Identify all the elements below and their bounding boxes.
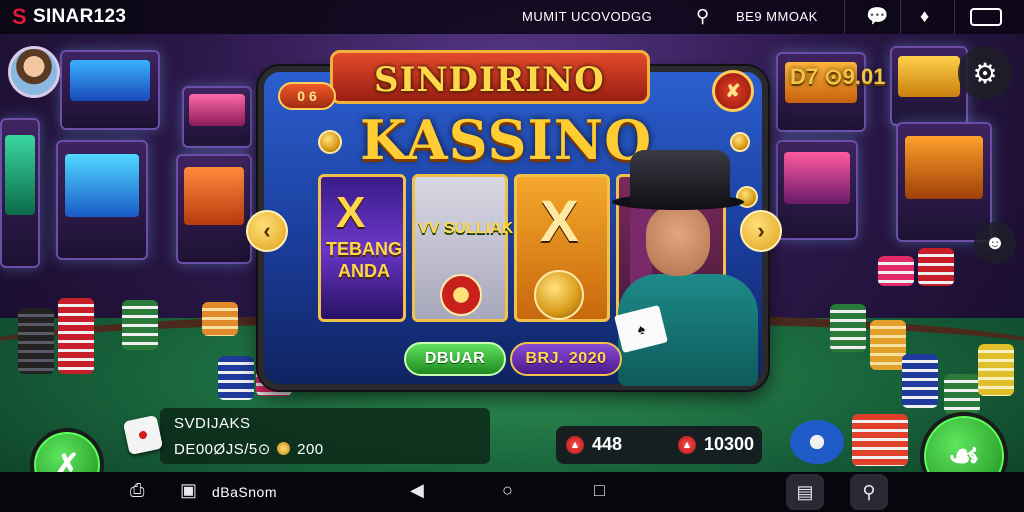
reel-coin [440, 274, 482, 316]
reel-coin [534, 270, 584, 320]
box-button[interactable]: ▤ [786, 474, 824, 510]
coin-button[interactable]: ✘ [712, 70, 754, 112]
chip-stack [944, 374, 980, 414]
gear-icon: ⚙ [972, 57, 998, 89]
dealer-character: ♠ [608, 150, 758, 386]
slot-machine-decor [896, 122, 992, 242]
brand-logo-icon: S [12, 4, 27, 29]
profile-search-icon: ⚲ [862, 481, 876, 502]
prev-button[interactable]: ‹ [246, 210, 288, 252]
brand-name: SINAR123 [32, 6, 127, 27]
dealer-hat [630, 150, 730, 206]
recents-square-icon[interactable]: □ [594, 480, 605, 501]
status-right-text: BE9 MMOAK [736, 9, 818, 24]
chip-stack [878, 256, 914, 286]
info-line: DE00ØJS/5⊙ 200 [174, 440, 324, 458]
slot-machine-decor [176, 154, 252, 264]
bet-button[interactable]: BRJ. 2020 [510, 342, 622, 376]
game-subtitle: SINDIRINO [374, 60, 605, 100]
chat-bubble-icon[interactable]: 💬 [866, 6, 888, 27]
brand[interactable]: S SINAR123 [0, 0, 139, 34]
nav-label: dBaSnom [212, 484, 277, 500]
chevron-right-icon: › [757, 218, 765, 243]
divider [900, 0, 901, 34]
dice-icon [122, 414, 164, 456]
coin-icon [277, 442, 291, 455]
play-button[interactable]: DBUAR [404, 342, 506, 376]
reel-label: TEBANG ANDA [326, 239, 402, 281]
slot-machine-decor [0, 118, 40, 268]
chip-stack [978, 344, 1014, 396]
status-center-text: MUMIT UCOVODGG [522, 9, 653, 24]
gold-coin [730, 132, 750, 152]
coin-icon: ✘ [725, 80, 741, 101]
stat-left-value: 448 [592, 434, 623, 454]
robot-icon: ☻ [984, 231, 1006, 254]
chip-stack [218, 356, 254, 400]
chip-stack [852, 414, 908, 466]
home-circle-icon[interactable]: ○ [502, 480, 513, 501]
back-triangle-icon[interactable]: ◀ [410, 480, 424, 501]
chip-stack [202, 302, 238, 336]
info-line-value: 200 [297, 441, 324, 458]
slot-machine-decor [776, 140, 858, 240]
slot-machine-decor [890, 46, 968, 126]
stat-right-value: 10300 [704, 434, 755, 454]
reel-symbol-x: X [540, 189, 579, 254]
chevron-left-icon: ‹ [263, 218, 271, 243]
chip-stack [902, 354, 938, 408]
search-icon[interactable]: ⚲ [696, 6, 709, 27]
profile-search-button[interactable]: ⚲ [850, 474, 888, 510]
chip-stack [58, 298, 94, 374]
gold-coin [318, 130, 342, 154]
image-icon[interactable]: ▣ [180, 480, 197, 501]
bot-button[interactable]: ☻ [974, 222, 1016, 264]
slot-machine-decor [56, 140, 148, 260]
document-icon[interactable]: ⎙ [130, 480, 144, 501]
slot-machine-decor [182, 86, 252, 148]
divider [954, 0, 955, 34]
battery-icon [970, 8, 1002, 26]
info-title: SVDIJAKS [174, 415, 251, 432]
chip-stack [830, 304, 866, 352]
reel-label: VV SULLIAK [418, 220, 514, 237]
chip-stack [790, 420, 844, 464]
info-line-prefix: DE00ØJS/5⊙ [174, 441, 271, 458]
spin-icon: ☙ [947, 435, 981, 476]
ruby-icon: ▲ [566, 436, 584, 454]
divider [844, 0, 845, 34]
chip-stack [870, 320, 906, 370]
settings-button[interactable]: ⚙ [958, 46, 1012, 100]
avatar[interactable] [8, 46, 60, 98]
badge-button[interactable]: 0 6 [278, 82, 336, 110]
slot-machine-decor [60, 50, 160, 130]
chip-stack [18, 308, 54, 374]
dealer-face [646, 206, 710, 276]
cards-icon[interactable]: ♦ [920, 6, 929, 27]
next-button[interactable]: › [740, 210, 782, 252]
chip-stack [918, 248, 954, 286]
chip-stack [122, 300, 158, 350]
box-icon: ▤ [796, 481, 814, 502]
balance-display: D7 ⊙9.01 [790, 64, 886, 89]
reel-symbol-x: X [336, 188, 366, 237]
ruby-icon: ▲ [678, 436, 696, 454]
